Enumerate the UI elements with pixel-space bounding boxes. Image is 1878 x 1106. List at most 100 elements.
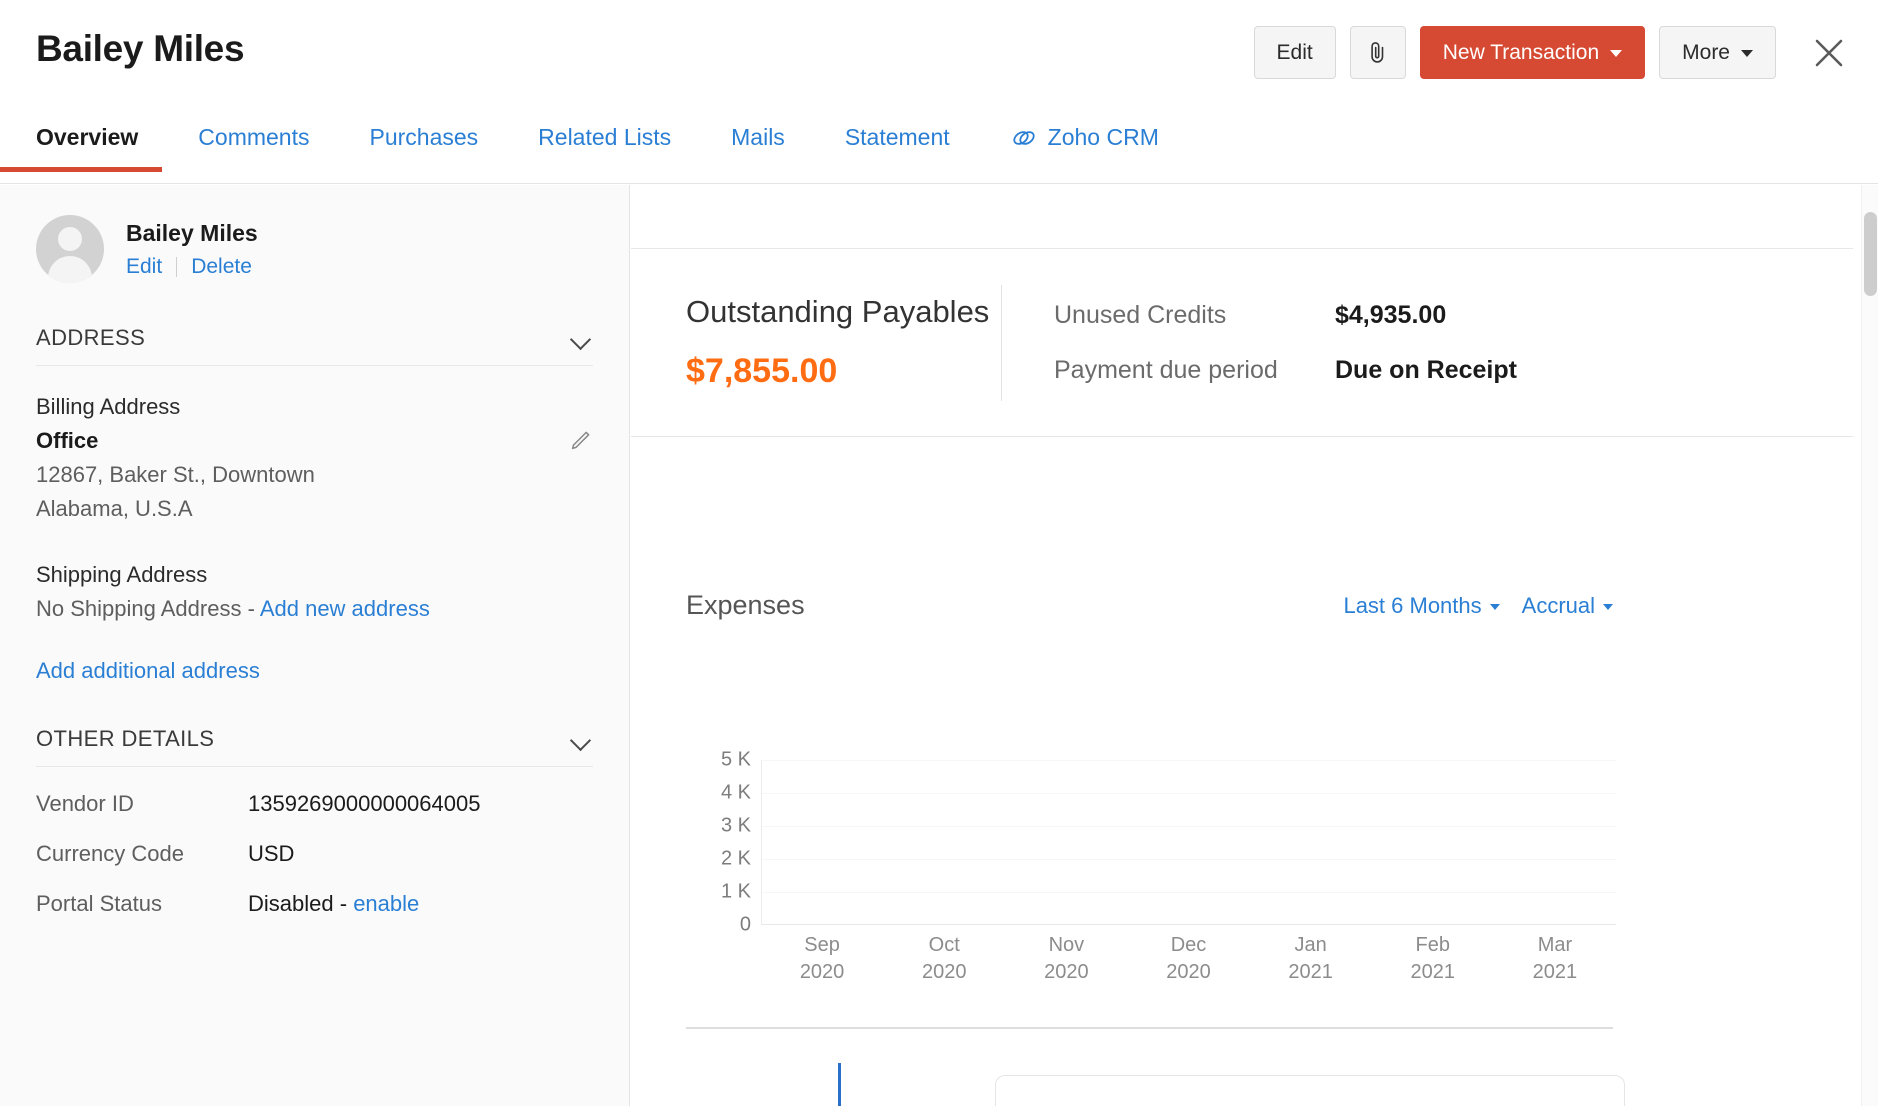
vertical-scrollbar[interactable] [1861,185,1878,1106]
x-axis-tick-month: Oct [883,932,1005,959]
y-axis-tick: 2 K [721,848,751,871]
section-divider [686,1027,1613,1029]
gridline [762,760,1616,761]
x-axis-tick-year: 2020 [1127,959,1249,986]
shipping-address-empty-row: No Shipping Address - Add new address [36,596,593,622]
detail-key: Vendor ID [36,791,248,817]
payment-due-period-label: Payment due period [1054,356,1335,385]
chevron-down-icon [1603,604,1613,610]
vendor-sidebar: Bailey Miles Edit Delete ADDRESS Billing… [0,185,630,1106]
edit-button[interactable]: Edit [1254,26,1336,79]
detail-row-portal-status: Portal Status Disabled - enable [36,891,593,917]
x-axis-tick: Nov 2020 [1005,932,1127,986]
lower-content-card [995,1075,1625,1106]
x-axis-tick: Dec 2020 [1127,932,1249,986]
vendor-quick-actions: Edit Delete [126,255,258,279]
chevron-down-icon [571,332,593,344]
shipping-address-block: Shipping Address No Shipping Address - A… [36,562,593,622]
enable-portal-link[interactable]: enable [353,891,419,916]
tab-label: Overview [36,124,138,151]
tab-label: Mails [731,124,785,151]
detail-value: USD [248,841,294,867]
edit-address-button[interactable] [567,428,593,454]
tab-label: Zoho CRM [1048,124,1159,151]
outstanding-payables-title: Outstanding Payables [686,294,1001,330]
x-axis-tick-month: Feb [1372,932,1494,959]
accounting-basis-select[interactable]: Accrual [1522,593,1613,619]
detail-row-currency-code: Currency Code USD [36,841,593,867]
address-section-title: ADDRESS [36,325,145,351]
close-button[interactable] [1806,30,1852,76]
tab-related-lists[interactable]: Related Lists [538,116,671,171]
address-section-header[interactable]: ADDRESS [36,325,593,366]
header-action-bar: Edit New Transaction More [1254,26,1852,79]
pencil-icon [567,428,593,454]
vendor-name: Bailey Miles [126,220,258,247]
add-new-address-link[interactable]: Add new address [260,596,430,621]
outstanding-payables-panel: Outstanding Payables $7,855.00 Unused Cr… [631,248,1853,437]
other-details-section-header[interactable]: OTHER DETAILS [36,726,593,767]
x-axis-tick-year: 2021 [1372,959,1494,986]
unused-credits-label: Unused Credits [1054,301,1335,330]
portal-status-value: Disabled [248,891,334,916]
page-title: Bailey Miles [36,28,244,70]
new-transaction-button[interactable]: New Transaction [1420,26,1645,79]
gridline [762,826,1616,827]
tab-overview[interactable]: Overview [36,116,138,171]
tab-label: Purchases [370,124,479,151]
accounting-basis-value: Accrual [1522,593,1595,619]
y-axis-tick: 1 K [721,881,751,904]
x-axis-tick-year: 2020 [1005,959,1127,986]
chevron-down-icon [1610,50,1622,57]
billing-address-block: Billing Address Office 12867, Baker St.,… [36,394,593,522]
x-axis-tick-year: 2021 [1250,959,1372,986]
expenses-chart-title: Expenses [686,590,805,621]
chevron-down-icon [1741,50,1753,57]
separator-dash: - [248,596,255,621]
payables-details: Unused Credits $4,935.00 Payment due per… [1002,301,1517,385]
x-axis-tick: Feb 2021 [1372,932,1494,986]
overview-main-panel: Outstanding Payables $7,855.00 Unused Cr… [631,185,1878,1106]
vendor-edit-link[interactable]: Edit [126,255,162,279]
tab-comments[interactable]: Comments [198,116,309,171]
x-axis-tick-month: Jan [1250,932,1372,959]
attachment-button[interactable] [1350,26,1406,79]
detail-row-vendor-id: Vendor ID 1359269000000064005 [36,791,593,817]
new-transaction-label: New Transaction [1443,41,1599,65]
payables-summary: Outstanding Payables $7,855.00 [631,294,1001,391]
link-chain-icon [1010,126,1038,150]
vendor-summary: Bailey Miles Edit Delete [36,215,593,283]
vertical-scroll-thumb[interactable] [1864,212,1877,296]
vendor-delete-link[interactable]: Delete [191,255,252,279]
tab-zoho-crm[interactable]: Zoho CRM [1010,116,1159,171]
more-button[interactable]: More [1659,26,1776,79]
tab-mails[interactable]: Mails [731,116,785,171]
y-axis-tick: 5 K [721,749,751,772]
detail-key: Currency Code [36,841,248,867]
x-axis-tick: Sep 2020 [761,932,883,986]
period-select[interactable]: Last 6 Months [1343,593,1499,619]
more-label: More [1682,41,1730,65]
x-axis: Sep 2020 Oct 2020 Nov 2020 Dec 2020 Jan [761,932,1616,986]
payment-due-period-value: Due on Receipt [1335,356,1517,385]
chevron-down-icon [1490,604,1500,610]
tab-statement[interactable]: Statement [845,116,950,171]
x-axis-tick: Oct 2020 [883,932,1005,986]
page-header: Bailey Miles Edit New Transaction More [0,0,1878,116]
expenses-plot: 5 K 4 K 3 K 2 K 1 K 0 Sep 2020 [686,760,1616,1041]
y-axis-tick: 0 [740,914,751,937]
other-details-section-title: OTHER DETAILS [36,726,214,752]
unused-credits-row: Unused Credits $4,935.00 [1054,301,1517,330]
tab-purchases[interactable]: Purchases [370,116,479,171]
x-axis-tick: Jan 2021 [1250,932,1372,986]
expenses-chart-header: Expenses Last 6 Months Accrual [686,590,1613,621]
shipping-address-label: Shipping Address [36,562,593,588]
billing-address-label: Billing Address [36,394,593,420]
divider [176,257,177,277]
x-axis-tick-month: Dec [1127,932,1249,959]
y-axis-tick: 4 K [721,782,751,805]
detail-value: 1359269000000064005 [248,791,480,817]
gridline [762,892,1616,893]
x-axis-tick-month: Mar [1494,932,1616,959]
add-additional-address-link[interactable]: Add additional address [36,658,593,684]
